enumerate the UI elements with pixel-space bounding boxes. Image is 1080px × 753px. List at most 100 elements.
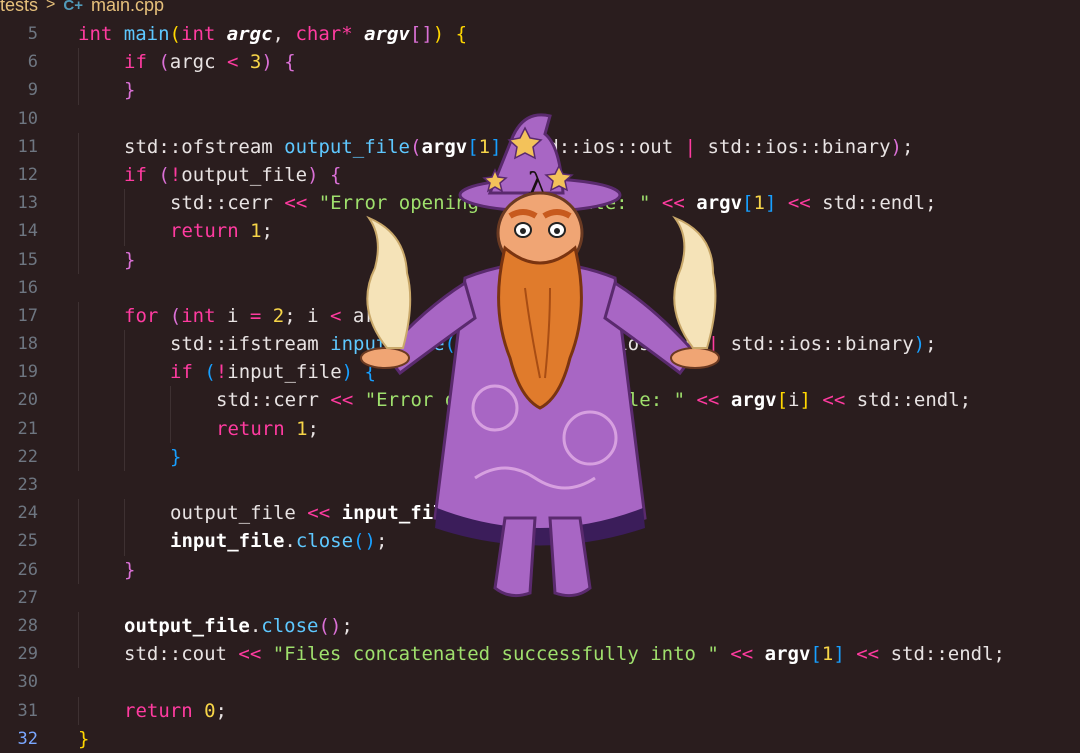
indent-guide xyxy=(78,217,79,246)
line-number: 31 xyxy=(17,700,38,721)
indent-guide xyxy=(124,442,125,471)
breadcrumb-file[interactable]: main.cpp xyxy=(91,0,164,16)
code-token: , xyxy=(272,23,296,45)
code-token: ; xyxy=(215,699,227,722)
code-line[interactable]: 29 std::cout << "Files concatenated succe… xyxy=(0,640,1080,669)
line-number: 22 xyxy=(17,446,38,467)
code-line[interactable]: 28 output_file.close(); xyxy=(0,611,1080,641)
code-token: ; xyxy=(341,614,353,637)
indent-guide xyxy=(78,555,79,584)
code-text: return 1; xyxy=(170,217,273,245)
code-token: << xyxy=(787,192,811,215)
line-number: 12 xyxy=(17,164,38,185)
code-token: return xyxy=(124,699,193,722)
code-line[interactable]: 30 xyxy=(0,668,1080,696)
code-token: ; i xyxy=(284,304,331,327)
code-token: std::ios::binary xyxy=(719,333,914,356)
code-token: argc xyxy=(169,51,227,74)
indent-guide xyxy=(124,414,125,443)
code-token: ( xyxy=(158,51,170,74)
code-token: int xyxy=(181,304,216,327)
code-line[interactable]: 9} xyxy=(0,76,1080,105)
code-text: } xyxy=(124,246,135,274)
code-token: << xyxy=(856,643,880,666)
code-token: ( xyxy=(169,304,182,327)
code-token: if xyxy=(170,361,193,384)
indent-guide xyxy=(78,527,79,556)
code-token: ( xyxy=(204,361,216,384)
code-token: std::ifstream xyxy=(170,333,331,356)
code-token: } xyxy=(124,558,136,581)
code-token: std::cerr xyxy=(216,389,331,412)
indent-guide xyxy=(78,442,79,471)
code-token: argv xyxy=(730,389,777,412)
code-token: argc xyxy=(226,23,273,45)
code-token: ( xyxy=(169,23,181,45)
code-token: << xyxy=(307,502,331,525)
code-token: std::endl; xyxy=(810,192,937,215)
code-token: "Files concatenated successfully into " xyxy=(272,643,719,666)
code-token: 0 xyxy=(204,699,216,722)
line-number: 29 xyxy=(17,644,38,665)
code-token: main xyxy=(123,23,170,45)
code-token: input_file xyxy=(227,361,342,384)
line-number: 27 xyxy=(17,587,38,608)
indent-guide xyxy=(78,414,79,443)
cpp-file-icon: C+ xyxy=(63,0,83,14)
code-token: } xyxy=(124,79,136,102)
breadcrumb-folder[interactable]: tests xyxy=(0,0,38,16)
indent-guide xyxy=(78,76,79,105)
indent-guide xyxy=(124,330,125,359)
line-number: 17 xyxy=(17,305,38,326)
code-token: int xyxy=(78,23,113,45)
code-token: input_file xyxy=(170,530,285,553)
code-token: argv xyxy=(364,23,410,45)
code-token: std::endl; xyxy=(845,389,972,412)
indent-guide xyxy=(78,386,79,415)
code-token: ) xyxy=(261,51,273,74)
code-token: << xyxy=(284,192,308,215)
code-token: . xyxy=(284,530,296,553)
line-number: 24 xyxy=(17,503,38,524)
code-line[interactable]: 31 return 0; xyxy=(0,696,1080,725)
indent-guide xyxy=(78,245,79,274)
code-token: int xyxy=(181,23,216,45)
indent-guide xyxy=(170,414,171,443)
code-token: for xyxy=(124,304,159,327)
code-token: std::endl; xyxy=(879,643,1005,666)
line-number: 28 xyxy=(17,615,38,636)
line-number: 10 xyxy=(17,108,38,129)
indent-guide xyxy=(170,386,171,415)
code-token: if xyxy=(124,163,147,186)
indent-guide xyxy=(78,640,79,669)
code-text: } xyxy=(124,76,135,104)
line-number: 9 xyxy=(27,80,38,101)
code-text: return 1; xyxy=(216,415,319,443)
code-token: < xyxy=(227,51,239,74)
code-line[interactable]: 5 int main(int argc, char* argv[]) { xyxy=(0,20,1080,48)
indent-guide xyxy=(124,499,125,528)
indent-guide xyxy=(78,132,79,161)
line-number: 20 xyxy=(17,390,38,411)
code-text: if (argc < 3) { xyxy=(124,48,296,76)
code-token: std::cout xyxy=(124,643,239,666)
line-number: 19 xyxy=(17,362,38,383)
code-line[interactable]: 6 if (argc < 3) { xyxy=(0,48,1080,77)
code-token: << xyxy=(730,643,754,666)
code-token: [] xyxy=(409,23,433,45)
code-token: ) xyxy=(890,135,902,158)
code-token: * xyxy=(341,23,353,45)
